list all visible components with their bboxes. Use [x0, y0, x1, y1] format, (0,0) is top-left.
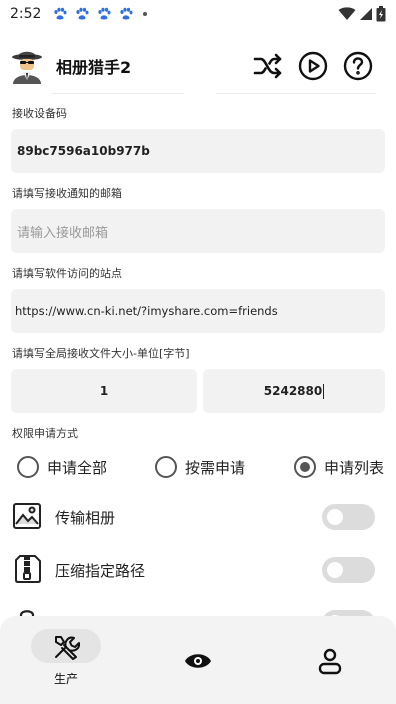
system-icons	[338, 6, 386, 22]
radio-request-all[interactable]: 申请全部	[17, 456, 107, 478]
image-icon	[13, 503, 41, 529]
app-bar-divider	[216, 93, 376, 94]
signal-icon	[360, 8, 372, 20]
radio-circle-selected	[294, 456, 316, 478]
bottom-navigation: 生产	[0, 616, 396, 704]
app-bar: 相册猎手2	[0, 36, 396, 96]
baidu-paw-icon	[98, 7, 111, 20]
wifi-icon	[338, 7, 356, 20]
nav-item-profile[interactable]	[264, 616, 396, 704]
user-icon	[318, 648, 342, 675]
site-value: https://www.cn-ki.net/?imyshare.com=frie…	[15, 304, 278, 318]
more-notifications-dot	[143, 12, 148, 16]
eye-icon	[185, 654, 211, 668]
shuffle-button[interactable]	[252, 50, 284, 82]
nav-item-production[interactable]: 生产	[0, 616, 132, 704]
site-field[interactable]: https://www.cn-ki.net/?imyshare.com=frie…	[11, 289, 385, 333]
compress-path-toggle[interactable]	[322, 557, 375, 583]
app-title: 相册猎手2	[56, 58, 132, 77]
device-code-label: 接收设备码	[12, 107, 67, 120]
transfer-album-toggle[interactable]	[322, 504, 375, 530]
detective-logo-icon	[12, 51, 42, 84]
radio-label: 申请列表	[324, 458, 385, 477]
email-label: 请填写接收通知的邮箱	[12, 187, 122, 200]
radio-label: 申请全部	[47, 458, 108, 477]
baidu-paw-icon	[76, 7, 89, 20]
baidu-paw-icon	[120, 7, 133, 20]
radio-circle	[155, 456, 177, 478]
tools-icon	[55, 636, 80, 660]
compress-file-icon	[15, 555, 41, 583]
permission-label: 权限申请方式	[12, 427, 78, 440]
radio-request-list[interactable]: 申请列表	[294, 456, 384, 478]
email-field[interactable]: 请输入接收邮箱	[11, 209, 385, 253]
nav-item-preview[interactable]	[132, 616, 264, 704]
device-code-value: 89bc7596a10b977b	[17, 144, 150, 158]
site-label: 请填写软件访问的站点	[12, 267, 122, 280]
file-size-max-field[interactable]: 5242880	[203, 369, 385, 413]
play-button[interactable]	[297, 50, 329, 82]
file-size-max-value: 5242880	[263, 384, 323, 398]
baidu-paw-icon	[54, 7, 67, 20]
setting-row-transfer-album: 传输相册	[0, 496, 396, 536]
setting-row-compress-path: 压缩指定路径	[0, 549, 396, 589]
device-code-field[interactable]: 89bc7596a10b977b	[11, 129, 385, 173]
file-size-min-field[interactable]: 1	[11, 369, 197, 413]
setting-label: 压缩指定路径	[55, 562, 146, 580]
help-button[interactable]	[342, 50, 374, 82]
email-placeholder: 请输入接收邮箱	[17, 225, 109, 241]
status-time: 2:52	[10, 6, 42, 22]
help-circle-icon	[343, 51, 373, 81]
radio-request-on-demand[interactable]: 按需申请	[155, 456, 245, 478]
notification-icons	[53, 7, 133, 21]
shuffle-icon	[253, 53, 282, 79]
permission-radio-group: 申请全部 按需申请 申请列表	[0, 452, 396, 482]
text-cursor	[323, 383, 325, 399]
status-bar: 2:52	[0, 0, 396, 28]
app-bar-divider	[52, 93, 184, 94]
battery-icon	[376, 6, 386, 22]
file-size-label: 请填写全局接收文件大小-单位[字节]	[12, 347, 190, 360]
setting-label: 传输相册	[55, 509, 116, 527]
radio-circle	[17, 456, 39, 478]
radio-label: 按需申请	[185, 458, 246, 477]
file-size-min-value: 1	[99, 384, 109, 398]
nav-label: 生产	[53, 672, 78, 686]
play-circle-icon	[298, 51, 328, 81]
